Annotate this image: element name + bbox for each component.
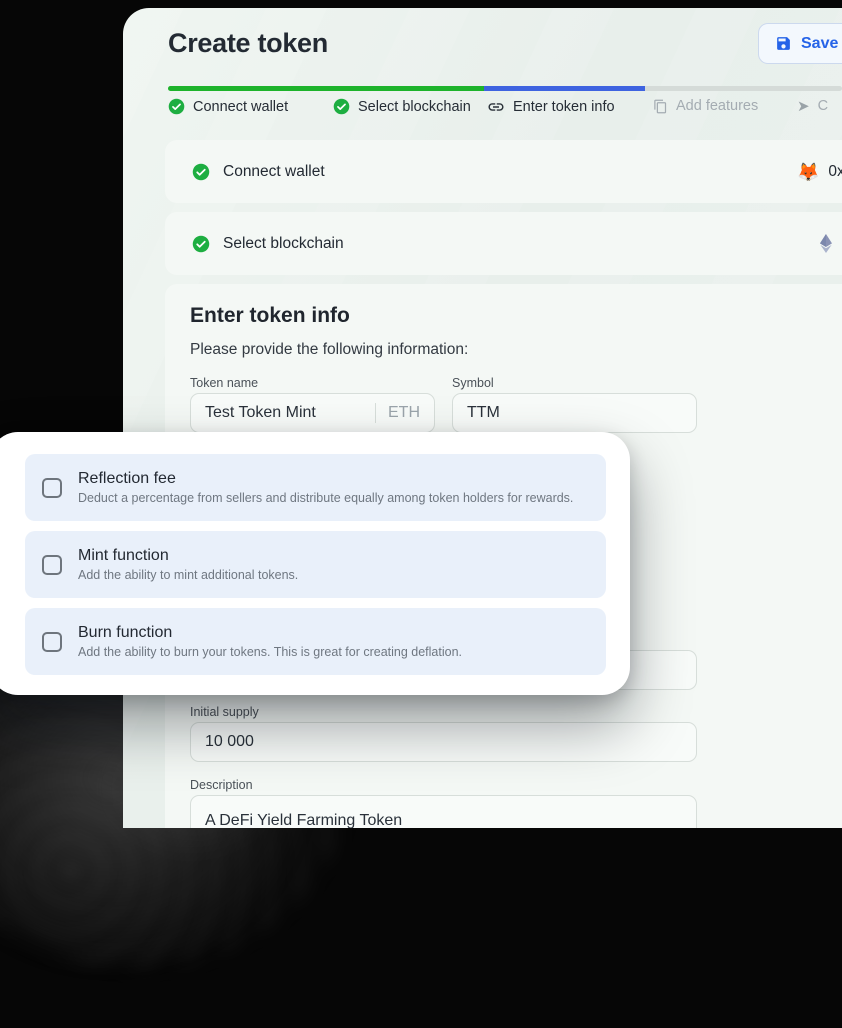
option-title: Burn function [78,624,462,642]
save-button-label: Save & [801,35,842,53]
section-title: Connect wallet [223,163,325,181]
option-description: Add the ability to burn your tokens. Thi… [78,645,462,659]
metamask-fox-icon: 🦊 [797,163,819,181]
step-label: Enter token info [513,99,615,115]
burn-function-checkbox[interactable] [42,632,62,652]
initial-supply-input[interactable] [205,733,682,751]
symbol-field[interactable] [452,393,697,433]
progress-segment-active [484,86,645,91]
option-description: Deduct a percentage from sellers and dis… [78,491,573,505]
step-select-blockchain[interactable]: Select blockchain [333,98,471,115]
reflection-fee-checkbox[interactable] [42,478,62,498]
token-name-field[interactable]: ETH [190,393,435,433]
progress-segment-done [168,86,484,91]
symbol-label: Symbol [452,376,494,390]
check-circle-icon [333,98,350,115]
initial-supply-field[interactable] [190,722,697,762]
description-field[interactable] [190,795,697,828]
step-label: Select blockchain [358,99,471,115]
token-name-input[interactable] [205,404,367,422]
option-description: Add the ability to mint additional token… [78,568,298,582]
connected-wallet-chip: 🦊 0xD8 [797,140,842,203]
option-mint-function[interactable]: Mint function Add the ability to mint ad… [25,531,606,598]
mint-function-checkbox[interactable] [42,555,62,575]
step-label: C [818,98,828,114]
token-name-label: Token name [190,376,258,390]
symbol-input[interactable] [467,404,682,422]
option-text: Burn function Add the ability to burn yo… [78,624,462,659]
stepper: Connect wallet Select blockchain Enter t… [123,98,842,120]
token-name-suffix: ETH [375,403,420,423]
check-circle-icon [168,98,185,115]
section-connect-wallet[interactable]: Connect wallet 🦊 0xD8 [165,140,842,203]
ethereum-icon [820,234,832,253]
description-input[interactable] [205,812,682,828]
floppy-disk-icon [775,35,792,52]
features-popup: Reflection fee Deduct a percentage from … [0,432,630,695]
option-text: Mint function Add the ability to mint ad… [78,547,298,582]
option-text: Reflection fee Deduct a percentage from … [78,470,573,505]
description-label: Description [190,778,253,792]
forward-arrow-icon: ➤ [797,99,810,114]
create-token-panel: Create token Save & Connect wallet Selec… [123,8,842,828]
selected-chain-chip [820,212,832,275]
step-label: Add features [676,98,758,114]
section-select-blockchain[interactable]: Select blockchain [165,212,842,275]
step-create[interactable]: ➤ C [797,98,828,114]
check-circle-icon [192,163,210,181]
page-title: Create token [168,28,328,59]
step-enter-token-info[interactable]: Enter token info [487,98,615,116]
step-connect-wallet[interactable]: Connect wallet [168,98,288,115]
save-button[interactable]: Save & [758,23,842,64]
token-info-subtitle: Please provide the following information… [190,341,468,359]
link-icon [487,98,505,116]
token-info-heading: Enter token info [190,304,350,328]
stepper-progress-bar [168,86,842,91]
check-circle-icon [192,235,210,253]
step-label: Connect wallet [193,99,288,115]
option-burn-function[interactable]: Burn function Add the ability to burn yo… [25,608,606,675]
copy-icon [653,99,668,114]
wallet-address: 0xD8 [828,163,842,181]
initial-supply-label: Initial supply [190,705,259,719]
option-title: Reflection fee [78,470,573,488]
step-add-features[interactable]: Add features [653,98,758,114]
option-title: Mint function [78,547,298,565]
section-title: Select blockchain [223,235,344,253]
option-reflection-fee[interactable]: Reflection fee Deduct a percentage from … [25,454,606,521]
